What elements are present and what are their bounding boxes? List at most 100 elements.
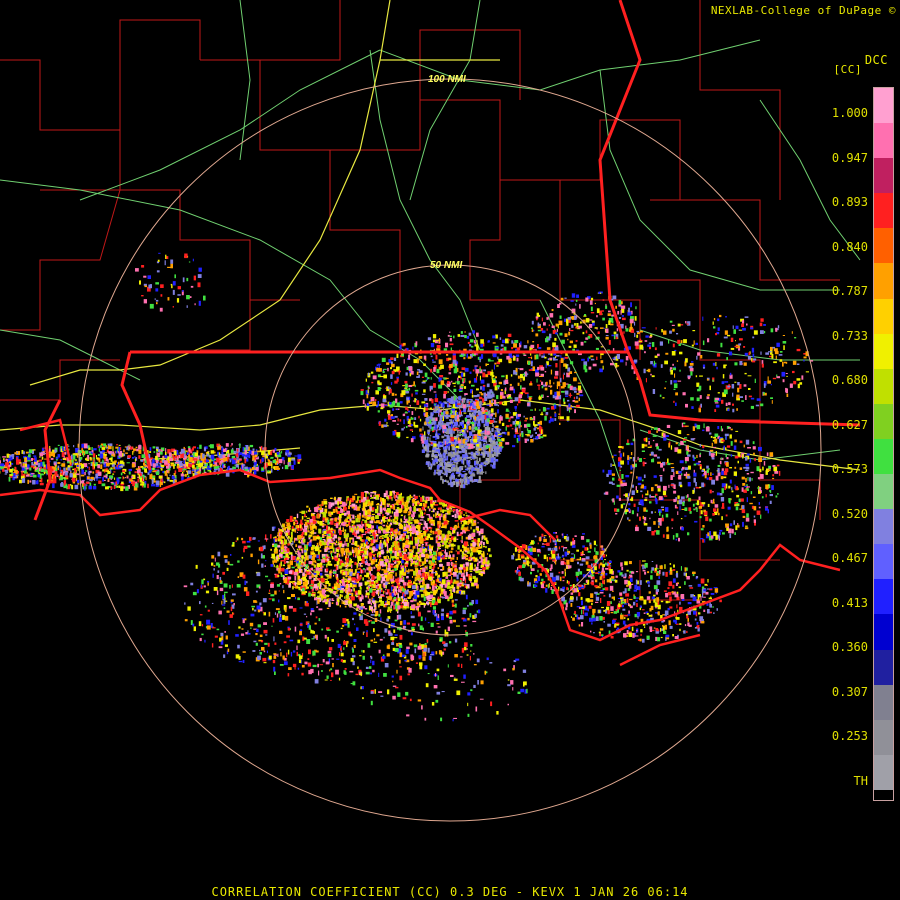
echo-pixel	[566, 416, 570, 421]
echo-pixel	[328, 583, 331, 587]
echo-pixel	[339, 530, 342, 535]
echo-pixel	[371, 510, 374, 512]
echo-pixel	[270, 564, 274, 567]
echo-pixel	[349, 514, 351, 519]
echo-pixel	[432, 436, 436, 438]
echo-pixel	[387, 410, 391, 414]
echo-pixel	[274, 671, 276, 675]
echo-pixel	[417, 557, 419, 560]
echo-pixel	[210, 623, 213, 628]
echo-pixel	[467, 604, 469, 607]
echo-pixel	[427, 545, 429, 550]
echo-pixel	[418, 356, 423, 359]
echo-pixel	[393, 597, 396, 600]
county-line	[419, 29, 521, 100]
echo-pixel	[389, 388, 392, 394]
echo-pixel	[378, 605, 380, 608]
echo-pixel	[402, 545, 405, 549]
echo-pixel	[423, 355, 427, 360]
echo-pixel	[213, 568, 215, 571]
echo-pixel	[214, 557, 216, 562]
echo-pixel	[383, 529, 386, 534]
echo-pixel	[410, 655, 415, 661]
echo-pixel	[457, 589, 459, 591]
echo-pixel	[429, 573, 434, 577]
echo-pixel	[426, 583, 430, 589]
echo-pixel	[480, 339, 484, 344]
echo-pixel	[212, 627, 216, 629]
echo-pixel	[378, 613, 381, 617]
echo-pixel	[523, 345, 528, 349]
echo-pixel	[389, 505, 393, 508]
echo-pixel	[328, 602, 331, 607]
echo-pixel	[428, 466, 431, 470]
echo-pixel	[319, 568, 323, 571]
echo-pixel	[378, 530, 382, 534]
echo-pixel	[498, 428, 502, 431]
echo-pixel	[463, 514, 465, 516]
echo-pixel	[400, 520, 403, 523]
echo-pixel	[242, 540, 246, 544]
echo-pixel	[425, 418, 429, 421]
echo-pixel	[451, 599, 454, 603]
echo-pixel	[229, 563, 234, 566]
echo-pixel	[460, 478, 462, 483]
echo-pixel	[477, 538, 480, 543]
echo-pixel	[320, 537, 323, 541]
echo-pixel	[284, 551, 287, 553]
echo-pixel	[434, 500, 437, 503]
echo-pixel	[318, 608, 323, 611]
echo-pixel	[421, 449, 425, 453]
echo-pixel	[377, 588, 380, 590]
echo-pixel	[395, 509, 399, 514]
echo-pixel	[200, 584, 202, 588]
echo-pixel	[356, 604, 360, 609]
echo-pixel	[255, 642, 258, 646]
echo-pixel	[301, 665, 305, 668]
echo-pixel	[280, 549, 284, 552]
echo-pixel	[339, 580, 341, 582]
echo-pixel	[365, 671, 370, 675]
echo-pixel	[424, 508, 427, 512]
echo-pixel	[571, 406, 574, 408]
echo-pixel	[196, 589, 199, 594]
echo-pixel	[434, 458, 438, 463]
echo-pixel	[405, 544, 410, 548]
echo-pixel	[471, 540, 475, 542]
echo-pixel	[439, 516, 441, 521]
echo-pixel	[366, 592, 370, 596]
echo-pixel	[465, 438, 468, 442]
echo-pixel	[276, 613, 279, 618]
echo-pixel	[327, 563, 332, 565]
echo-pixel	[394, 534, 396, 536]
echo-pixel	[465, 512, 467, 514]
echo-pixel	[396, 507, 400, 510]
echo-pixel	[304, 521, 308, 526]
echo-pixel	[426, 453, 429, 458]
echo-pixel	[288, 576, 292, 580]
echo-pixel	[447, 521, 450, 523]
echo-pixel	[476, 530, 479, 534]
echo-pixel	[360, 543, 363, 547]
echo-pixel	[411, 499, 416, 503]
echo-pixel	[355, 504, 358, 508]
echo-pixel	[255, 590, 258, 593]
echo-pixel	[372, 495, 376, 497]
echo-pixel	[446, 614, 448, 617]
echo-pixel	[429, 655, 432, 661]
echo-pixel	[344, 540, 346, 546]
echo-pixel	[478, 561, 481, 564]
echo-pixel	[421, 381, 426, 384]
echo-pixel	[423, 596, 426, 601]
echo-pixel	[276, 584, 280, 587]
echo-pixel	[482, 567, 486, 570]
echo-pixel	[356, 627, 359, 631]
echo-pixel	[293, 517, 297, 520]
echo-pixel	[429, 551, 432, 554]
echo-pixel	[411, 536, 414, 541]
echo-pixel	[394, 513, 399, 517]
echo-pixel	[360, 551, 364, 554]
echo-pixel	[439, 409, 442, 413]
echo-pixel	[393, 605, 396, 610]
echo-pixel	[387, 531, 391, 533]
